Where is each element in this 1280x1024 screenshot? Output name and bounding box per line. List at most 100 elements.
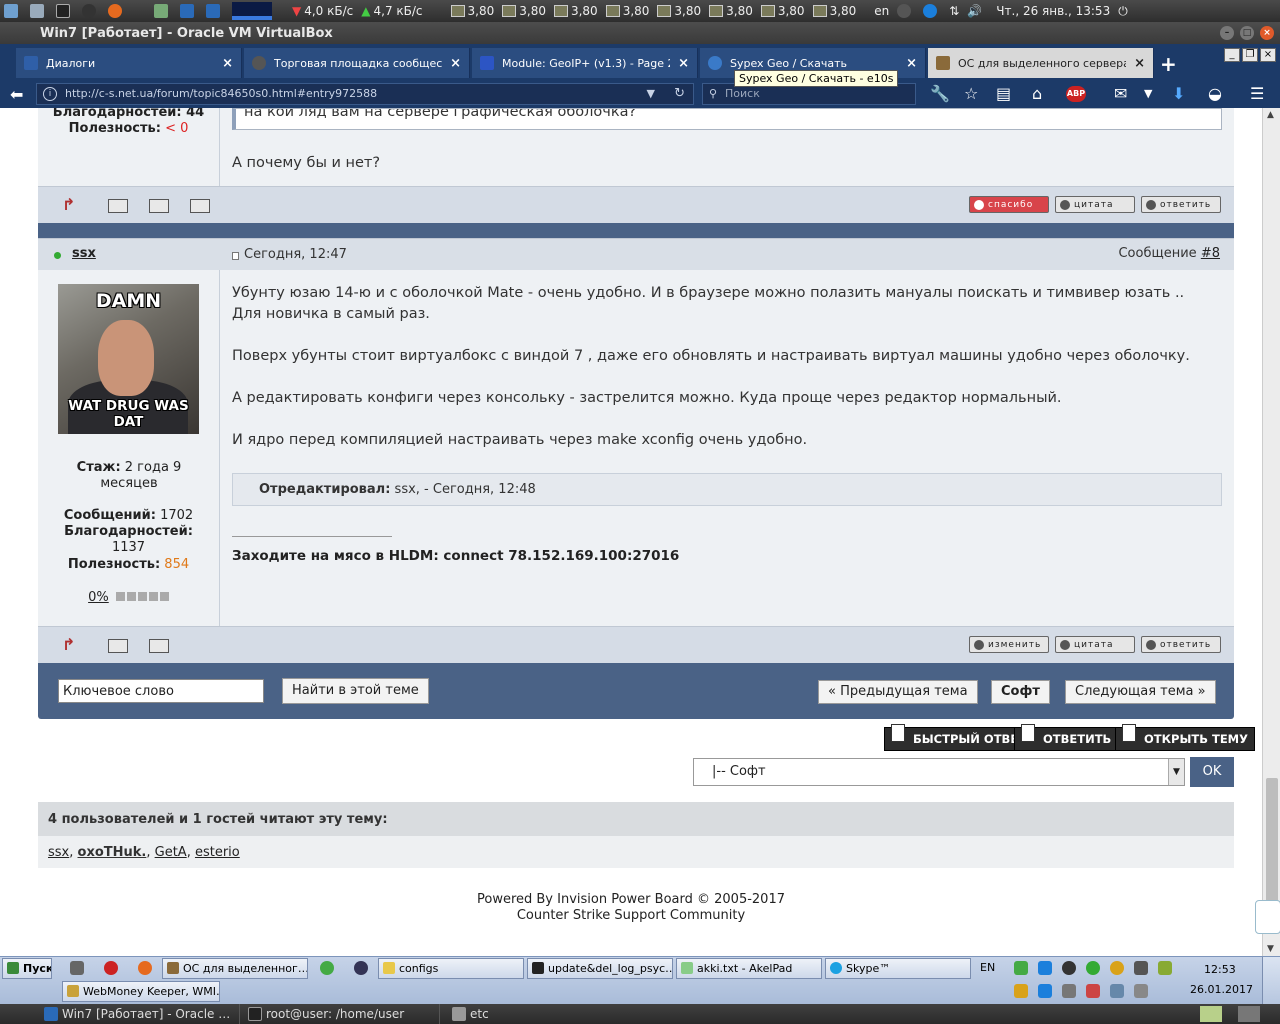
tray-icon-8[interactable] <box>1014 984 1028 998</box>
scroll-thumb[interactable] <box>1266 778 1278 908</box>
guest-clock-time[interactable]: 12:53 <box>1204 963 1236 976</box>
url-bar[interactable]: i http://c-s.net.ua/forum/topic84650s0.h… <box>36 83 694 105</box>
firefox-launcher-icon[interactable] <box>138 961 152 975</box>
quote-button[interactable]: цитата <box>1055 196 1135 213</box>
reader-link[interactable]: esterio <box>195 845 240 860</box>
prev-topic-button[interactable]: « Предыдущая тема <box>818 680 978 704</box>
tray-icon-7[interactable] <box>1158 961 1172 975</box>
show-desktop-button[interactable] <box>1262 957 1280 1005</box>
tray-icon-3[interactable] <box>1062 961 1076 975</box>
show-desktop-icon[interactable] <box>70 961 84 975</box>
tab-os-dedicated-server[interactable]: ОС для выделенного сервера × <box>928 48 1154 78</box>
guest-close-icon[interactable]: × <box>1260 48 1276 62</box>
go-top-icon[interactable]: ↱ <box>62 635 84 654</box>
keyboard-layout[interactable]: en <box>870 0 893 22</box>
vm-window-titlebar[interactable]: Win7 [Работает] - Oracle VM VirtualBox –… <box>0 22 1280 44</box>
extension-dropdown-icon[interactable]: ▼ <box>1144 87 1152 100</box>
reply-button[interactable]: ответить <box>1141 636 1221 653</box>
tray-icon-6[interactable] <box>1134 961 1148 975</box>
page-scrollbar[interactable]: ▲ ▼ <box>1255 108 1280 956</box>
teamviewer-tray-icon[interactable] <box>919 0 945 22</box>
user-avatar[interactable]: DAMN WAT DRUG WAS DAT <box>58 284 199 434</box>
menu-icon[interactable]: ☰ <box>1250 84 1264 103</box>
reader-link[interactable]: oxoTHuk. <box>78 845 147 860</box>
guest-clock-date[interactable]: 26.01.2017 <box>1190 983 1253 996</box>
card-icon[interactable] <box>149 199 169 213</box>
chevron-down-icon[interactable]: ▼ <box>1168 759 1184 785</box>
host-item-etc[interactable]: etc <box>448 1004 568 1024</box>
mail-icon[interactable] <box>190 199 210 213</box>
workspace-2[interactable] <box>1238 1006 1260 1022</box>
reputation-percent[interactable]: 0% <box>88 590 109 605</box>
clock[interactable]: Чт., 26 янв., 13:53 <box>992 0 1114 22</box>
search-topic-button[interactable]: Найти в этой теме <box>282 678 429 704</box>
close-icon[interactable]: × <box>1260 26 1274 40</box>
mask-icon[interactable]: ◒ <box>1208 84 1222 103</box>
forum-jump-select[interactable]: |-- Софт ▼ <box>693 758 1185 786</box>
tab-close-icon[interactable]: × <box>906 56 917 71</box>
tab-steam-market[interactable]: Торговая площадка сообщест… × <box>244 48 470 78</box>
taskbar-item-configs[interactable]: configs <box>378 958 524 979</box>
start-button[interactable]: Пуск <box>2 958 52 979</box>
taskbar-item-skype[interactable]: Skype™ <box>825 958 971 979</box>
minimize-icon[interactable]: – <box>1220 26 1234 40</box>
desktop-icon[interactable] <box>0 0 26 22</box>
adblock-icon[interactable]: ABP <box>1066 86 1086 102</box>
new-topic-button[interactable]: ОТКРЫТЬ ТЕМУ <box>1115 724 1255 751</box>
extension-icon[interactable]: ✉ <box>1114 84 1127 103</box>
bookmark-star-icon[interactable]: ☆ <box>964 84 978 103</box>
tray-icon-2[interactable] <box>1038 961 1052 975</box>
terminal-icon[interactable] <box>52 0 78 22</box>
globe-icon[interactable] <box>320 961 334 975</box>
guest-minimize-icon[interactable]: _ <box>1224 48 1240 62</box>
reply-button[interactable]: ответить <box>1141 196 1221 213</box>
category-link[interactable]: Софт <box>991 680 1050 704</box>
record-icon[interactable] <box>104 961 118 975</box>
new-tab-button[interactable]: + <box>1160 52 1177 76</box>
reply-topic-button[interactable]: ОТВЕТИТЬ <box>1014 724 1119 751</box>
quote-button[interactable]: цитата <box>1055 636 1135 653</box>
tab-close-icon[interactable]: × <box>450 56 461 71</box>
keyword-input[interactable] <box>58 679 264 703</box>
tray-icon-4[interactable] <box>1086 961 1100 975</box>
tray-icon-11[interactable] <box>1086 984 1100 998</box>
back-arrow-icon[interactable]: ⬅ <box>10 85 23 104</box>
host-item-terminal[interactable]: root@user: /home/user <box>244 1004 440 1024</box>
calculator-icon[interactable] <box>150 0 176 22</box>
ok-button[interactable]: OK <box>1190 757 1234 787</box>
tray-icon-5[interactable] <box>1110 961 1124 975</box>
profile-icon[interactable] <box>108 639 128 653</box>
tab-dialogs[interactable]: Диалоги × <box>16 48 242 78</box>
scroll-up-icon[interactable]: ▲ <box>1267 110 1274 120</box>
reader-link[interactable]: GetA <box>155 845 187 860</box>
workspace-1[interactable] <box>1200 1006 1222 1022</box>
wrench-icon[interactable]: 🔧 <box>930 84 950 103</box>
reload-icon[interactable]: ↻ <box>674 84 685 104</box>
tab-close-icon[interactable]: × <box>1134 56 1145 71</box>
home-icon[interactable]: ⌂ <box>1032 84 1042 103</box>
taskbar-item-browser[interactable]: ОС для выделенног… <box>162 958 308 979</box>
tray-icon-9[interactable] <box>1038 984 1052 998</box>
profile-icon[interactable] <box>108 199 128 213</box>
volume-tray-icon[interactable] <box>1134 984 1148 998</box>
reader-link[interactable]: ssx <box>48 845 69 860</box>
steam-launcher-icon[interactable] <box>354 961 368 975</box>
info-icon[interactable]: i <box>43 87 57 101</box>
network-tray-icon[interactable] <box>1110 984 1124 998</box>
taskbar-item-cmd[interactable]: update&del_log_psyc… <box>527 958 673 979</box>
guest-restore-icon[interactable]: ❐ <box>1242 48 1258 62</box>
package-icon[interactable] <box>26 0 52 22</box>
steam-icon[interactable] <box>78 0 104 22</box>
reading-list-icon[interactable]: ▤ <box>996 84 1011 103</box>
language-indicator[interactable]: EN <box>980 961 995 974</box>
network-arrows-icon[interactable]: ⇅ <box>945 0 963 22</box>
quick-reply-button[interactable]: БЫСТРЫЙ ОТВЕТ <box>884 724 1034 751</box>
teamviewer-side-icon[interactable] <box>1255 900 1280 934</box>
steam-tray-icon[interactable] <box>893 0 919 22</box>
card-icon[interactable] <box>149 639 169 653</box>
tab-close-icon[interactable]: × <box>678 56 689 71</box>
volume-icon[interactable]: 🔊 <box>963 0 986 22</box>
tab-close-icon[interactable]: × <box>222 56 233 71</box>
tray-icon-10[interactable] <box>1062 984 1076 998</box>
post-author-link[interactable]: ssx <box>72 246 96 261</box>
